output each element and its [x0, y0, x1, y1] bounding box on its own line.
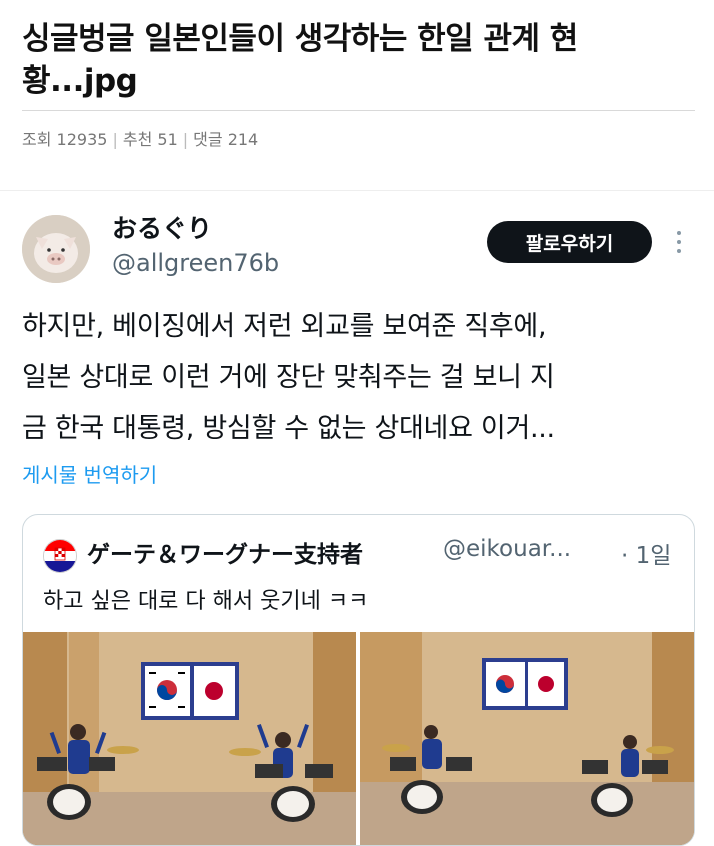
title-divider — [22, 110, 695, 111]
quote-tweet[interactable]: ゲーテ＆ワーグナー支持者 @eikouar... · 1일 하고 싶은 대로 다… — [22, 514, 695, 846]
follow-button[interactable]: 팔로우하기 — [487, 221, 652, 263]
quote-text: 하고 싶은 대로 다 해서 웃기네 ㅋㅋ — [43, 589, 369, 614]
views-count: 12935 — [56, 130, 108, 149]
tweet-handle[interactable]: @allgreen76b — [112, 249, 279, 277]
quote-timestamp[interactable]: · 1일 — [621, 536, 671, 570]
croatia-flag-icon — [43, 539, 77, 573]
tweet-text-line: 하지만, 베이징에서 저런 외교를 보여준 직후에, — [22, 311, 547, 342]
pig-avatar[interactable] — [22, 215, 90, 283]
likes-count: 51 — [157, 130, 178, 149]
comments-label: 댓글 — [193, 130, 223, 149]
post-title: 싱글벙글 일본인들이 생각하는 한일 관계 현황...jpg — [22, 21, 578, 99]
comments-count: 214 — [227, 130, 259, 149]
tweet-text-line: 금 한국 대통령, 방심할 수 없는 상대네요 이거... — [22, 413, 555, 444]
more-vertical-icon[interactable] — [672, 231, 686, 253]
tweet-display-name[interactable]: おるぐり — [112, 209, 212, 245]
quote-display-name[interactable]: ゲーテ＆ワーグナー支持者 — [87, 535, 363, 569]
tweet-embed: おるぐり @allgreen76b 팔로우하기 하지만, 베이징에서 저런 외교… — [0, 190, 714, 846]
post-meta: 조회 12935 | 추천 51 | 댓글 214 — [22, 130, 259, 149]
quote-photo[interactable] — [23, 632, 356, 845]
quote-photo[interactable] — [360, 632, 694, 845]
likes-label: 추천 — [122, 130, 153, 149]
views-label: 조회 — [22, 130, 52, 149]
tweet-text-line: 일본 상대로 이런 거에 장단 맞춰주는 걸 보니 지 — [22, 362, 555, 393]
translate-post-link[interactable]: 게시물 번역하기 — [22, 459, 157, 488]
quote-handle[interactable]: @eikouar... — [443, 536, 571, 562]
